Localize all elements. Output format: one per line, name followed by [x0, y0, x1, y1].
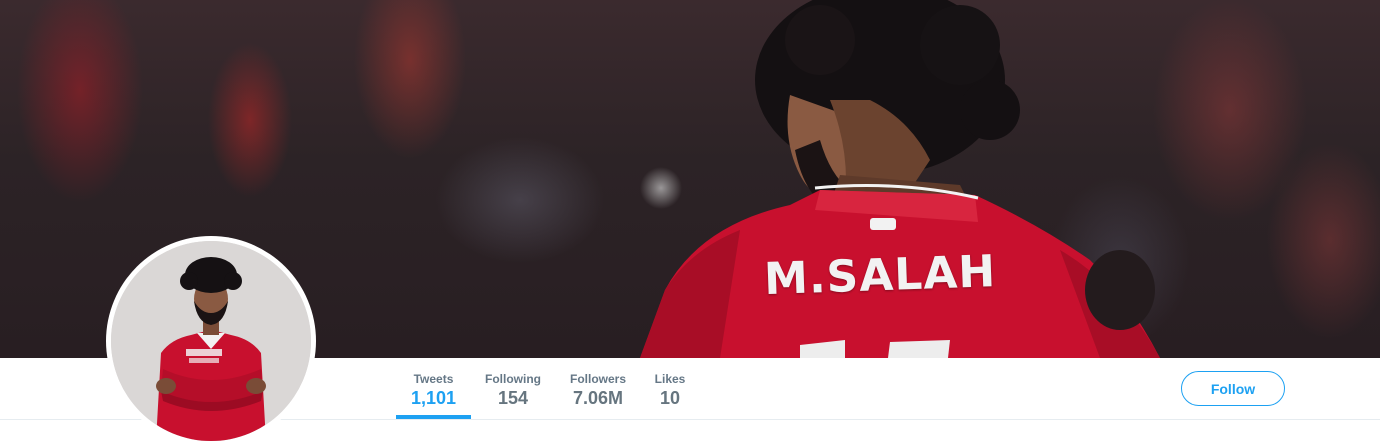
stat-followers-label: Followers: [569, 372, 626, 386]
avatar-portrait: [111, 241, 311, 441]
stat-followers-value: 7.06M: [572, 388, 624, 408]
stat-tweets-value: 1,101: [410, 388, 457, 408]
stat-likes[interactable]: Likes 10: [650, 358, 690, 419]
stat-tweets[interactable]: Tweets 1,101: [396, 358, 471, 419]
follow-button[interactable]: Follow: [1181, 371, 1285, 406]
avatar-photo: [111, 241, 311, 441]
stat-likes-value: 10: [659, 388, 681, 408]
stat-followers[interactable]: Followers 7.06M: [567, 358, 629, 419]
stat-likes-label: Likes: [654, 372, 686, 386]
jersey-name-text: M.SALAH: [763, 246, 997, 306]
stat-following[interactable]: Following 154: [482, 358, 544, 419]
active-tab-indicator: [396, 415, 471, 419]
stat-following-value: 154: [497, 388, 529, 408]
stat-following-label: Following: [485, 372, 541, 386]
stat-tweets-label: Tweets: [413, 372, 454, 386]
profile-avatar[interactable]: [106, 236, 316, 446]
